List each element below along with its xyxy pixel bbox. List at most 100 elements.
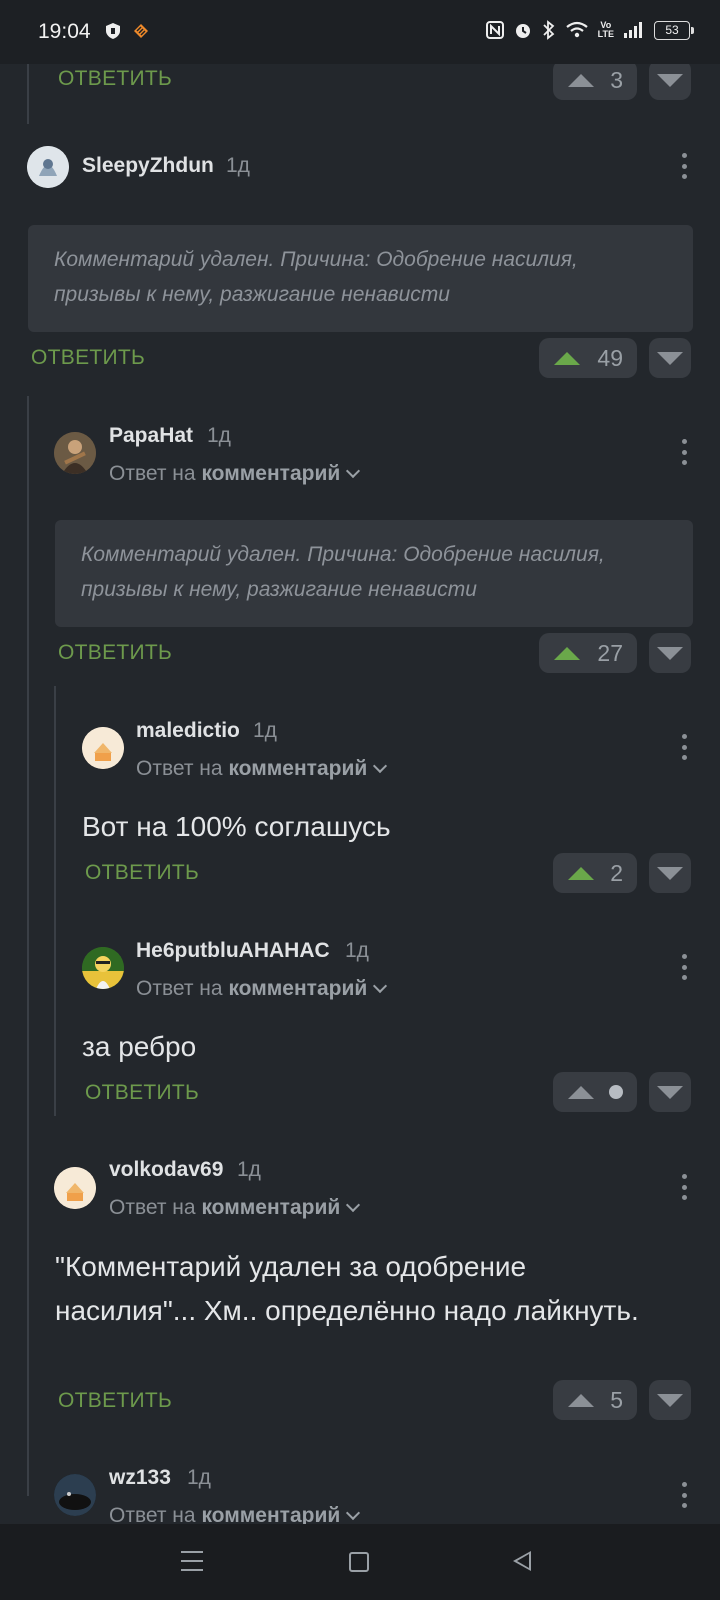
- chevron-down-icon: [373, 758, 388, 774]
- reply-button[interactable]: ОТВЕТИТЬ: [58, 1389, 172, 1413]
- downvote-button[interactable]: [649, 338, 691, 378]
- comment-time: 1д: [226, 154, 250, 177]
- comment-username[interactable]: He6putbluAHAHAC: [136, 939, 330, 963]
- comment-time: 1д: [187, 1466, 211, 1489]
- reply-to-link[interactable]: Ответ на комментарий: [136, 977, 388, 1001]
- comment-username[interactable]: wz133: [109, 1466, 171, 1490]
- avatar-image: [82, 947, 124, 989]
- app-notification-icon: [134, 24, 148, 38]
- avatar[interactable]: [27, 146, 69, 188]
- vote-count: 49: [597, 344, 623, 371]
- reply-button[interactable]: ОТВЕТИТЬ: [85, 1081, 199, 1105]
- upvote-button[interactable]: 27: [539, 633, 637, 673]
- reply-to-link[interactable]: Ответ на комментарий: [136, 757, 388, 781]
- comment-username[interactable]: PapaHat: [109, 424, 193, 448]
- avatar-image: [82, 727, 124, 769]
- status-icons: Vo LTE 53: [485, 20, 694, 40]
- deleted-comment-notice: Комментарий удален. Причина: Одобрение н…: [28, 225, 693, 332]
- comment-time: 1д: [237, 1158, 261, 1181]
- downvote-icon: [657, 74, 683, 87]
- downvote-icon: [657, 1086, 683, 1099]
- status-bar: 19:04 Vo LTE 53: [0, 0, 720, 64]
- vote-pending-dot: [609, 1085, 623, 1099]
- downvote-icon: [657, 352, 683, 365]
- chevron-down-icon: [346, 463, 361, 479]
- more-options-icon[interactable]: [681, 734, 687, 760]
- home-button[interactable]: [349, 1552, 369, 1572]
- upvote-button[interactable]: 2: [553, 853, 637, 893]
- downvote-button[interactable]: [649, 853, 691, 893]
- comment-body: за ребро: [82, 1031, 197, 1062]
- avatar-image: [54, 432, 96, 474]
- volte-icon: Vo LTE: [597, 20, 614, 39]
- thread-line: [27, 1116, 29, 1496]
- avatar[interactable]: [54, 1167, 96, 1209]
- downvote-icon: [657, 647, 683, 660]
- upvote-button[interactable]: [553, 1072, 637, 1112]
- reply-button[interactable]: ОТВЕТИТЬ: [58, 67, 172, 91]
- avatar[interactable]: [82, 727, 124, 769]
- chevron-down-icon: [346, 1505, 361, 1521]
- more-options-icon[interactable]: [681, 439, 687, 465]
- downvote-icon: [657, 1394, 683, 1407]
- upvote-icon: [568, 866, 594, 880]
- comment-username[interactable]: SleepyZhdun: [82, 154, 214, 178]
- upvote-button[interactable]: 49: [539, 338, 637, 378]
- reply-button[interactable]: ОТВЕТИТЬ: [58, 641, 172, 665]
- thread-line: [27, 64, 29, 124]
- comment-time: 1д: [207, 424, 231, 447]
- more-options-icon[interactable]: [681, 153, 687, 179]
- downvote-button[interactable]: [649, 1072, 691, 1112]
- reply-button[interactable]: ОТВЕТИТЬ: [85, 861, 199, 885]
- upvote-icon: [568, 73, 594, 87]
- upvote-icon: [568, 1393, 594, 1407]
- reply-to-link[interactable]: Ответ на комментарий: [109, 1196, 361, 1220]
- more-options-icon[interactable]: [681, 1482, 687, 1508]
- comment-time: 1д: [253, 719, 277, 742]
- upvote-icon: [554, 646, 580, 660]
- alarm-icon: [515, 24, 530, 38]
- thread-line: [54, 686, 56, 1116]
- downvote-icon: [657, 867, 683, 880]
- chevron-down-icon: [346, 1197, 361, 1213]
- wifi-icon: [565, 21, 588, 38]
- back-button[interactable]: [513, 1551, 531, 1571]
- vote-count: 2: [610, 859, 623, 886]
- reply-button[interactable]: ОТВЕТИТЬ: [31, 346, 145, 370]
- chevron-down-icon: [373, 978, 388, 994]
- vote-count: 3: [610, 66, 623, 93]
- downvote-button[interactable]: [649, 1380, 691, 1420]
- comment-username[interactable]: maledictio: [136, 719, 240, 743]
- comment-body: Вот на 100% соглашусь: [82, 811, 391, 842]
- vote-count: 27: [597, 639, 623, 666]
- vote-count: 5: [610, 1386, 623, 1413]
- comment-body: "Комментарий удален за одобрение насилия…: [55, 1251, 639, 1326]
- downvote-button[interactable]: [649, 60, 691, 100]
- deleted-comment-notice: Комментарий удален. Причина: Одобрение н…: [55, 520, 693, 627]
- upvote-button[interactable]: 3: [553, 60, 637, 100]
- avatar[interactable]: [54, 1474, 96, 1516]
- avatar[interactable]: [54, 432, 96, 474]
- more-options-icon[interactable]: [681, 954, 687, 980]
- thread-line: [27, 396, 29, 1116]
- system-navigation-bar: [0, 1524, 720, 1600]
- upvote-icon: [568, 1085, 594, 1099]
- reply-to-link[interactable]: Ответ на комментарий: [109, 462, 361, 486]
- battery-icon: 53: [654, 20, 694, 40]
- downvote-button[interactable]: [649, 633, 691, 673]
- comment-username[interactable]: volkodav69: [109, 1158, 223, 1182]
- signal-icon: [624, 22, 642, 38]
- status-time: 19:04: [38, 20, 91, 43]
- avatar-image: [54, 1167, 96, 1209]
- avatar[interactable]: [82, 947, 124, 989]
- upvote-icon: [554, 351, 580, 365]
- recent-apps-button[interactable]: [181, 1551, 203, 1571]
- comment-time: 1д: [345, 939, 369, 962]
- avatar-image: [27, 146, 69, 188]
- avatar-image: [54, 1474, 96, 1516]
- bluetooth-icon: [543, 20, 555, 40]
- more-options-icon[interactable]: [681, 1174, 687, 1200]
- nfc-icon: [485, 21, 504, 39]
- upvote-button[interactable]: 5: [553, 1380, 637, 1420]
- shield-icon: [106, 23, 120, 39]
